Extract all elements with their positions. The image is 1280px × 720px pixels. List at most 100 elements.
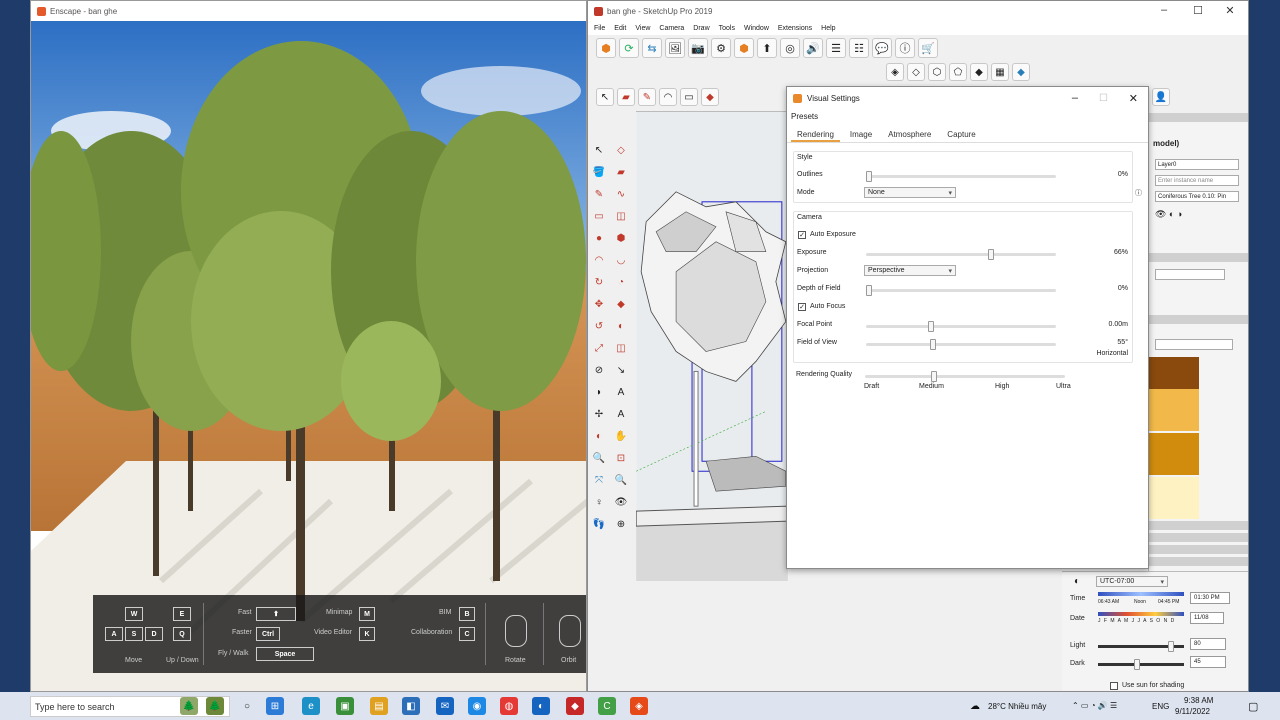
menu-file[interactable]: File bbox=[594, 25, 605, 32]
back-edges-icon[interactable]: ◇ bbox=[907, 63, 925, 81]
arc-tool-icon[interactable]: ◠ bbox=[659, 88, 677, 106]
eraser-tool-icon[interactable]: ▰ bbox=[617, 88, 635, 106]
task-view-icon[interactable]: ○ bbox=[238, 697, 256, 715]
follow-me-icon[interactable]: ◐ bbox=[612, 317, 630, 335]
render-viewport[interactable] bbox=[31, 21, 587, 692]
presets-menu[interactable]: Presets bbox=[791, 112, 818, 121]
mode-select[interactable]: None bbox=[864, 187, 956, 198]
search-highlight-icon-2[interactable]: 🌲 bbox=[206, 697, 224, 715]
clock-time[interactable]: 9:38 AM bbox=[1184, 696, 1213, 705]
account-icon[interactable]: 👤 bbox=[1152, 88, 1170, 106]
pan-icon[interactable]: ✋ bbox=[612, 427, 630, 445]
taskbar-search[interactable]: Type here to search bbox=[30, 696, 230, 717]
paint-bucket-icon[interactable]: 🪣 bbox=[590, 163, 608, 181]
tab-capture[interactable]: Capture bbox=[941, 127, 981, 142]
pushpull-tool-icon[interactable]: ◆ bbox=[701, 88, 719, 106]
feedback-icon[interactable]: 💬 bbox=[872, 38, 892, 58]
position-camera-icon[interactable]: ♀ bbox=[590, 493, 608, 511]
screenshot-icon[interactable]: 📷 bbox=[688, 38, 708, 58]
close-icon[interactable]: ✕ bbox=[1129, 92, 1138, 105]
rect-icon[interactable]: ▭ bbox=[590, 207, 608, 225]
menu-edit[interactable]: Edit bbox=[614, 25, 626, 32]
focal-point-slider[interactable] bbox=[866, 321, 1056, 332]
select-tool-icon[interactable]: ↖ bbox=[596, 88, 614, 106]
rotated-rect-icon[interactable]: ◫ bbox=[612, 207, 630, 225]
menu-extensions[interactable]: Extensions bbox=[778, 25, 812, 32]
hidden-line-icon[interactable]: ⬠ bbox=[949, 63, 967, 81]
tray-icons[interactable]: ⌃ ▭ ◔ 🔊 ☰ bbox=[1072, 701, 1117, 710]
text-icon[interactable]: A bbox=[612, 383, 630, 401]
xray-icon[interactable]: ◈ bbox=[886, 63, 904, 81]
visibility-icons[interactable]: 👁 ◐ ◑ bbox=[1155, 209, 1182, 220]
materials-search[interactable] bbox=[1155, 269, 1225, 280]
section-plane-icon[interactable]: ⊕ bbox=[612, 515, 630, 533]
light-slider[interactable] bbox=[1098, 641, 1184, 652]
menu-help[interactable]: Help bbox=[821, 25, 835, 32]
scale-icon[interactable]: ⤢ bbox=[590, 339, 608, 357]
time-input[interactable]: 01:30 PM bbox=[1190, 592, 1230, 604]
camtasia-icon[interactable]: C bbox=[598, 697, 616, 715]
zoom-icon[interactable]: 🔍 bbox=[590, 449, 608, 467]
material-swatch[interactable] bbox=[1149, 433, 1199, 475]
pencil-icon[interactable]: ✎ bbox=[590, 185, 608, 203]
app-icon[interactable]: ▣ bbox=[336, 697, 354, 715]
previous-view-icon[interactable]: 🔍 bbox=[612, 471, 630, 489]
clock-date[interactable]: 9/11/2022 bbox=[1175, 707, 1210, 716]
pushpull-icon[interactable]: ◆ bbox=[612, 295, 630, 313]
time-slider[interactable] bbox=[1098, 592, 1184, 596]
offset-icon[interactable]: ◫ bbox=[612, 339, 630, 357]
line-tool-icon[interactable]: ✎ bbox=[638, 88, 656, 106]
make-component-icon[interactable]: ◇ bbox=[612, 141, 630, 159]
tab-rendering[interactable]: Rendering bbox=[791, 127, 840, 142]
edge-icon[interactable]: e bbox=[302, 697, 320, 715]
file-explorer-icon[interactable]: ▤ bbox=[370, 697, 388, 715]
zoom-app-icon[interactable]: ◉ bbox=[468, 697, 486, 715]
orbit-icon[interactable]: ◐ bbox=[590, 427, 608, 445]
material-swatch[interactable] bbox=[1149, 389, 1199, 431]
weather-icon[interactable]: ☁ bbox=[970, 701, 980, 712]
chrome-icon[interactable]: ◍ bbox=[500, 697, 518, 715]
date-input[interactable]: 11/08 bbox=[1190, 612, 1224, 624]
menu-view[interactable]: View bbox=[635, 25, 650, 32]
notification-icon[interactable]: ▢ bbox=[1248, 700, 1258, 713]
3d-text-icon[interactable]: A bbox=[612, 405, 630, 423]
instance-name-input[interactable]: Enter instance name bbox=[1155, 175, 1239, 186]
definition-field[interactable]: Coniferous Tree 0.10: Pin bbox=[1155, 191, 1239, 202]
move-icon[interactable]: ✥ bbox=[590, 295, 608, 313]
rotate-icon[interactable]: ↺ bbox=[590, 317, 608, 335]
minimize-icon[interactable]: – bbox=[1072, 92, 1078, 104]
protractor-icon[interactable]: ◗ bbox=[590, 383, 608, 401]
maximize-icon[interactable]: ☐ bbox=[1184, 4, 1212, 17]
freehand-icon[interactable]: ∿ bbox=[612, 185, 630, 203]
pie-icon[interactable]: ◔ bbox=[612, 273, 630, 291]
rectangle-tool-icon[interactable]: ▭ bbox=[680, 88, 698, 106]
panorama-icon[interactable]: ◎ bbox=[780, 38, 800, 58]
tape-measure-icon[interactable]: ⊘ bbox=[590, 361, 608, 379]
arc-icon[interactable]: ◠ bbox=[590, 251, 608, 269]
arc2-icon[interactable]: ◡ bbox=[612, 251, 630, 269]
language-indicator[interactable]: ENG bbox=[1152, 702, 1169, 711]
dimension-icon[interactable]: ↘ bbox=[612, 361, 630, 379]
exposure-slider[interactable] bbox=[866, 249, 1056, 260]
search-highlight-icon[interactable]: 🌲 bbox=[180, 697, 198, 715]
start-icon[interactable]: ⊞ bbox=[266, 697, 284, 715]
wireframe-icon[interactable]: ⬡ bbox=[928, 63, 946, 81]
auto-exposure-checkbox[interactable]: ✓ bbox=[798, 231, 806, 239]
zoom-window-icon[interactable]: ⊡ bbox=[612, 449, 630, 467]
enscape-taskbar-icon[interactable]: ◈ bbox=[630, 697, 648, 715]
menu-tools[interactable]: Tools bbox=[719, 25, 735, 32]
settings-sliders-icon[interactable]: ☰ bbox=[826, 38, 846, 58]
batch-icon[interactable]: ⚙ bbox=[711, 38, 731, 58]
zoom-extents-icon[interactable]: ⤧ bbox=[590, 471, 608, 489]
app-icon[interactable]: ◧ bbox=[402, 697, 420, 715]
cart-icon[interactable]: 🛒 bbox=[918, 38, 938, 58]
select-icon[interactable]: ↖ bbox=[590, 141, 608, 159]
menu-window[interactable]: Window bbox=[744, 25, 769, 32]
use-sun-checkbox[interactable] bbox=[1110, 682, 1118, 690]
audio-icon[interactable]: 🔊 bbox=[803, 38, 823, 58]
shaded-textures-icon[interactable]: ▦ bbox=[991, 63, 1009, 81]
material-swatch[interactable] bbox=[1149, 477, 1199, 519]
help-icon[interactable]: ⓘ bbox=[1135, 188, 1142, 198]
weather-text[interactable]: 28°C Nhiều mây bbox=[988, 702, 1046, 711]
app-icon[interactable]: ◐ bbox=[532, 697, 550, 715]
